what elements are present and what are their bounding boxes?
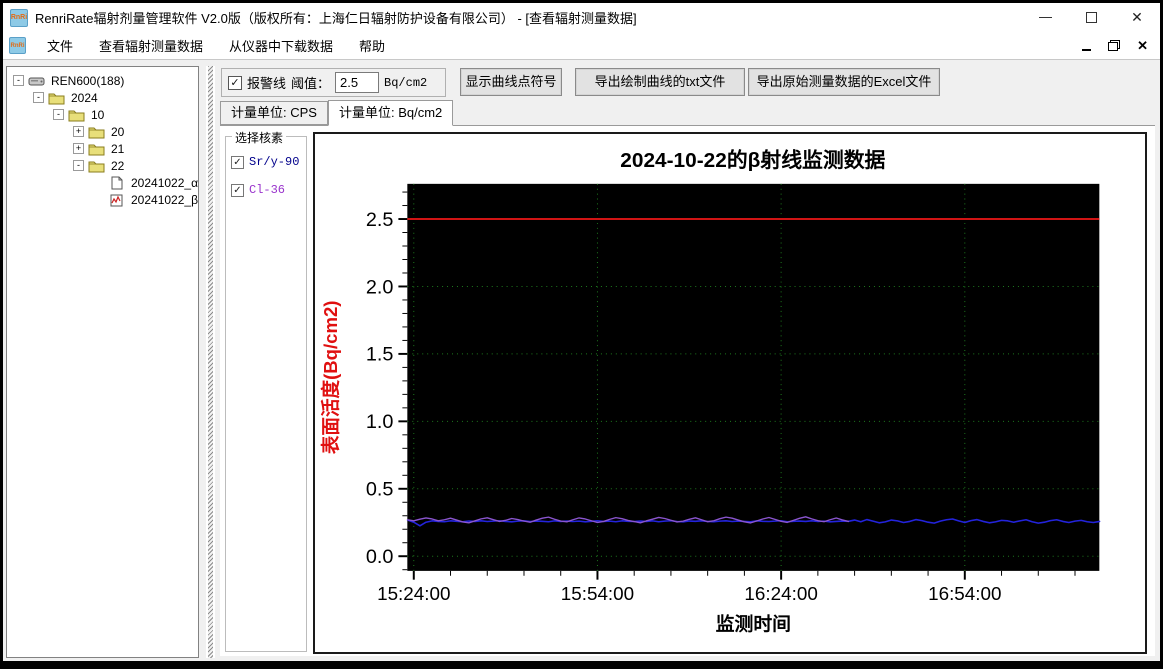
expand-icon[interactable]: +: [73, 126, 84, 137]
plot-area: [407, 183, 1100, 571]
nuclide-checkbox[interactable]: ✓: [231, 183, 244, 197]
tree-item-label: 10: [91, 107, 105, 122]
tree-item-label: 20241022_β: [131, 192, 198, 207]
folder-icon: [88, 142, 105, 156]
y-tick-label: 0.5: [366, 479, 394, 501]
tree-item[interactable]: +20: [7, 123, 198, 140]
menu-item[interactable]: 帮助: [346, 32, 398, 59]
tab-unit[interactable]: 计量单位: Bq/cm2: [327, 100, 454, 126]
main-panel: ✓ 报警线 阈值： Bq/cm2 显示曲线点符号导出绘制曲线的txt文件导出原始…: [218, 63, 1157, 658]
close-button[interactable]: ✕: [1114, 3, 1160, 32]
panel-splitter[interactable]: [206, 66, 215, 658]
content-area: - REN600(188) -2024-10 +20 +21-22 20241022_α 2…: [3, 63, 1160, 661]
y-axis-title: 表面活度(Bq/cm2): [320, 301, 341, 456]
alarm-line-checkbox[interactable]: ✓: [228, 75, 242, 90]
mdi-restore-button[interactable]: [1108, 40, 1121, 51]
folder-icon: [88, 125, 105, 139]
nuclide-label: Cl-36: [249, 183, 286, 197]
tree-item-label: REN600(188): [51, 73, 125, 88]
threshold-label: 阈值：: [291, 76, 331, 91]
folder-icon: [68, 108, 85, 122]
device-tree-panel: - REN600(188) -2024-10 +20 +21-22 20241022_α 2…: [6, 66, 199, 658]
mdi-minimize-button[interactable]: [1082, 41, 1092, 51]
tree-item[interactable]: 20241022_β: [7, 191, 198, 208]
title-bar: RnRi RenriRate辐射剂量管理软件 V2.0版（版权所有：上海仁日辐射…: [3, 3, 1160, 32]
mdi-child-icon: RnRi: [9, 37, 26, 54]
expand-icon[interactable]: +: [73, 143, 84, 154]
collapse-icon[interactable]: -: [73, 160, 84, 171]
minimize-button[interactable]: [1022, 3, 1068, 32]
threshold-input[interactable]: [335, 72, 380, 93]
toolbar-button[interactable]: 显示曲线点符号: [460, 68, 562, 96]
x-axis-title: 监测时间: [716, 614, 791, 635]
tree-item[interactable]: - 2024: [7, 89, 198, 106]
menu-bar: RnRi 文件 查看辐射测量数据 从仪器中下载数据 帮助 ✕: [3, 32, 1160, 60]
nuclide-row: ✓ Cl-36: [231, 183, 306, 197]
collapse-icon[interactable]: -: [53, 109, 64, 120]
tree-item-label: 21: [111, 141, 125, 156]
tree-item-label: 20: [111, 124, 125, 139]
menu-item[interactable]: 从仪器中下载数据: [216, 32, 346, 59]
folder-icon: [48, 91, 65, 105]
y-tick-label: 1.5: [366, 344, 394, 366]
tree-item[interactable]: - REN600(188): [7, 72, 198, 89]
tree-item[interactable]: - 22: [7, 157, 198, 174]
chart-title: 2024-10-22的β射线监测数据: [620, 148, 885, 172]
y-tick-label: 0.0: [366, 546, 394, 568]
chart-icon: [108, 193, 125, 207]
nuclide-group-title: 选择核素: [232, 129, 287, 146]
mdi-minimize-icon: [1082, 48, 1092, 51]
collapse-icon[interactable]: -: [33, 92, 44, 103]
y-tick-label: 1.0: [366, 411, 394, 433]
menu-item[interactable]: 文件: [34, 32, 86, 59]
alarm-line-label: 报警线: [247, 76, 287, 91]
close-icon: ✕: [1131, 9, 1143, 25]
unit-tabstrip: 计量单位: CPS 计量单位: Bq/cm2: [220, 99, 1155, 126]
x-tick-label: 15:54:00: [561, 583, 634, 604]
tree-item-label: 2024: [71, 90, 98, 105]
folder-icon: [88, 159, 105, 173]
tree-item-label: 22: [111, 158, 125, 173]
nuclide-select-group: 选择核素 ✓ Sr/y-90 ✓ Cl-36: [225, 129, 307, 652]
bq-cm2-tab-page: 选择核素 ✓ Sr/y-90 ✓ Cl-36 2024-10-22的β射线监测数据 0.…: [220, 125, 1155, 656]
toolbar-button[interactable]: 导出绘制曲线的txt文件: [575, 68, 745, 96]
app-logo-icon: RnRi: [10, 8, 28, 27]
mdi-restore-icon: [1108, 40, 1121, 51]
chart-panel: 2024-10-22的β射线监测数据 0.0 0.5 1.0 1.5 2.0 2.5 15:2…: [313, 132, 1147, 654]
collapse-icon[interactable]: -: [13, 75, 24, 86]
x-tick-label: 15:24:00: [377, 583, 450, 604]
nuclide-checkbox[interactable]: ✓: [231, 155, 244, 169]
tab-unit[interactable]: 计量单位: CPS: [220, 101, 328, 125]
tree-item-label: 20241022_α: [131, 175, 199, 190]
mdi-close-button[interactable]: ✕: [1137, 38, 1148, 54]
monitor-chart-canvas: 2024-10-22的β射线监测数据 0.0 0.5 1.0 1.5 2.0 2.5 15:2…: [320, 148, 1101, 635]
tree-item[interactable]: 20241022_α: [7, 174, 198, 191]
nuclide-row: ✓ Sr/y-90: [231, 155, 306, 169]
y-tick-label: 2.5: [366, 209, 394, 231]
window-title: RenriRate辐射剂量管理软件 V2.0版（版权所有：上海仁日辐射防护设备有…: [35, 11, 637, 26]
tree-item[interactable]: - 10: [7, 106, 198, 123]
menu-item[interactable]: 查看辐射测量数据: [86, 32, 216, 59]
alarm-line-group: ✓ 报警线 阈值： Bq/cm2: [221, 68, 446, 97]
app-window: RnRi RenriRate辐射剂量管理软件 V2.0版（版权所有：上海仁日辐射…: [0, 0, 1163, 669]
maximize-button[interactable]: [1068, 3, 1114, 32]
x-tick-label: 16:24:00: [744, 583, 817, 604]
y-tick-label: 2.0: [366, 276, 394, 298]
device-icon: [28, 74, 45, 88]
minimize-icon: [1038, 17, 1052, 18]
nuclide-label: Sr/y-90: [249, 155, 300, 169]
toolbar-button[interactable]: 导出原始测量数据的Excel文件: [748, 68, 940, 96]
x-tick-label: 16:54:00: [928, 583, 1001, 604]
threshold-unit: Bq/cm2: [384, 75, 428, 90]
doc-icon: [108, 176, 125, 190]
maximize-icon: [1085, 12, 1097, 23]
tree-item[interactable]: +21: [7, 140, 198, 157]
